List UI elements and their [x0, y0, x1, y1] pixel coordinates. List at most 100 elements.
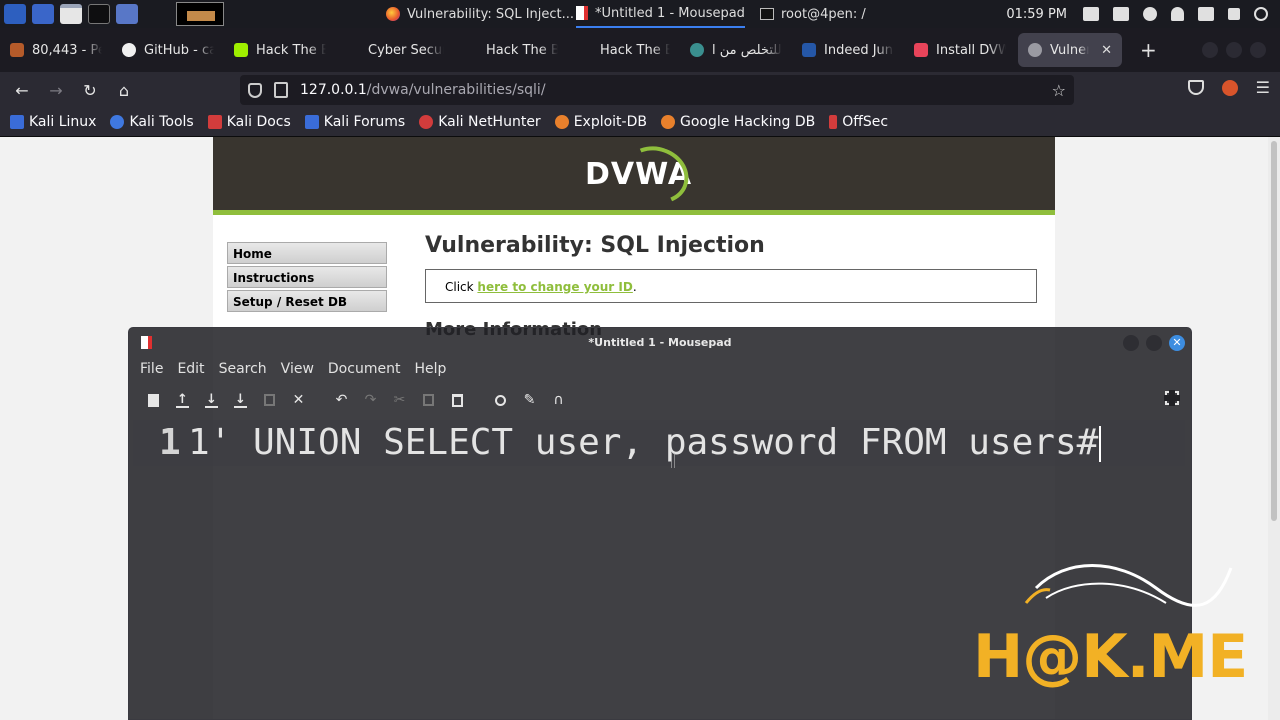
- bookmark-kali-linux[interactable]: Kali Linux: [10, 114, 96, 130]
- tab-10-active[interactable]: Vulnerabi ✕: [1018, 33, 1122, 67]
- menu-help[interactable]: Help: [414, 358, 446, 382]
- minimize-button[interactable]: [1123, 335, 1139, 351]
- screen-icon[interactable]: [1113, 7, 1129, 21]
- volume-icon[interactable]: [1143, 7, 1157, 21]
- tab-7[interactable]: للتخلص من ا: [680, 28, 792, 72]
- tab-1[interactable]: 80,443 - Pe: [0, 28, 112, 72]
- redo-icon[interactable]: ↷: [356, 388, 385, 412]
- mousepad-titlebar[interactable]: *Untitled 1 - Mousepad ✕: [129, 328, 1191, 358]
- bookmark-offsec[interactable]: OffSec: [829, 114, 888, 130]
- power-icon[interactable]: [1254, 7, 1268, 21]
- undo-icon[interactable]: ↶: [327, 388, 356, 412]
- menu-view[interactable]: View: [281, 358, 314, 382]
- tracking-shield-icon[interactable]: [248, 82, 262, 98]
- bookmark-google-hacking-db[interactable]: Google Hacking DB: [660, 114, 815, 130]
- new-document-icon[interactable]: [139, 388, 168, 412]
- browser-tab-bar: 80,443 - Pe GitHub - ca Hack The Bo Cybe…: [0, 28, 1280, 72]
- show-desktop-icon[interactable]: [32, 4, 54, 24]
- forward-button[interactable]: →: [39, 75, 73, 105]
- notification-bell-icon[interactable]: [1171, 7, 1184, 21]
- revert-icon[interactable]: [255, 388, 284, 412]
- bookmark-kali-docs[interactable]: Kali Docs: [207, 114, 291, 130]
- scrollbar-thumb[interactable]: [1271, 141, 1277, 521]
- tab-5[interactable]: Hack The Bo: [454, 28, 568, 72]
- close-tab-icon[interactable]: ✕: [1101, 43, 1112, 58]
- indeed-icon: [802, 43, 816, 57]
- find-replace-icon[interactable]: ✎: [515, 388, 544, 412]
- bookmark-star-icon[interactable]: ☆: [1052, 81, 1066, 100]
- extension-icon[interactable]: [1221, 79, 1238, 96]
- reload-button[interactable]: ↻: [73, 75, 107, 105]
- tab-label: Cyber Security: [368, 42, 444, 58]
- new-tab-button[interactable]: +: [1140, 38, 1157, 62]
- maximize-button[interactable]: [1146, 335, 1162, 351]
- kali-menu-icon[interactable]: [4, 4, 26, 24]
- tab-8[interactable]: Indeed Junk: [792, 28, 904, 72]
- kali-icon: [10, 115, 24, 129]
- save-file-icon[interactable]: ↓: [197, 388, 226, 412]
- page-scrollbar[interactable]: [1268, 137, 1280, 720]
- home-button[interactable]: ⌂: [107, 75, 141, 105]
- page-info-icon[interactable]: [274, 82, 288, 98]
- copy-icon[interactable]: [414, 388, 443, 412]
- click-prefix: Click: [445, 280, 478, 294]
- url-bar[interactable]: 127.0.0.1 /dvwa/vulnerabilities/sqli/ ☆: [240, 75, 1074, 105]
- bookmark-exploit-db[interactable]: Exploit-DB: [554, 114, 647, 130]
- tab-label: Install DVW: [936, 42, 1006, 58]
- change-id-link[interactable]: here to change your ID: [477, 280, 632, 294]
- hamburger-menu-icon[interactable]: ☰: [1256, 78, 1270, 97]
- task-terminal[interactable]: root@4pen: /: [760, 0, 866, 28]
- page-title: Vulnerability: SQL Injection: [425, 233, 765, 258]
- editor-text-line[interactable]: 1' UNION SELECT user, password FROM user…: [188, 420, 1102, 466]
- clock[interactable]: 01:59 PM: [1006, 7, 1067, 22]
- task-firefox-label: Vulnerability: SQL Inject...: [407, 6, 575, 22]
- terminal-launcher-icon[interactable]: [88, 4, 110, 24]
- battery-icon[interactable]: [1198, 7, 1214, 21]
- go-to-line-icon[interactable]: ∩: [544, 388, 573, 412]
- tab-9[interactable]: Install DVW: [904, 28, 1016, 72]
- back-button[interactable]: ←: [5, 75, 39, 105]
- bookmark-kali-forums[interactable]: Kali Forums: [304, 114, 406, 130]
- bookmark-label: OffSec: [842, 114, 889, 130]
- app-launcher-icon[interactable]: [116, 4, 138, 24]
- tab-4[interactable]: Cyber Security: [336, 28, 454, 72]
- window-min-icon[interactable]: [1202, 42, 1218, 58]
- menu-file[interactable]: File: [140, 358, 163, 382]
- bookmark-label: Kali NetHunter: [438, 114, 541, 130]
- task-firefox[interactable]: Vulnerability: SQL Inject...: [386, 0, 574, 28]
- menu-home[interactable]: Home: [227, 242, 387, 264]
- cut-icon[interactable]: ✂: [385, 388, 414, 412]
- menu-setup-reset-db[interactable]: Setup / Reset DB: [227, 290, 387, 312]
- tab-2[interactable]: GitHub - ca: [112, 28, 224, 72]
- fullscreen-icon[interactable]: [1164, 390, 1180, 406]
- pocket-icon[interactable]: [1187, 80, 1204, 95]
- file-manager-icon[interactable]: [60, 4, 82, 24]
- menu-search[interactable]: Search: [219, 358, 267, 382]
- window-close-icon[interactable]: [1250, 42, 1266, 58]
- close-window-button[interactable]: ✕: [1169, 335, 1185, 351]
- tab-6[interactable]: Hack The Bo: [568, 28, 680, 72]
- menu-instructions[interactable]: Instructions: [227, 266, 387, 288]
- bookmark-kali-tools[interactable]: Kali Tools: [110, 114, 194, 130]
- workspace-thumbnail[interactable]: [176, 2, 224, 26]
- camera-icon[interactable]: [1083, 7, 1099, 21]
- paste-icon[interactable]: [443, 388, 472, 412]
- tab-label: GitHub - ca: [144, 42, 214, 58]
- hackthebox-icon: [234, 43, 248, 57]
- find-icon[interactable]: [486, 388, 515, 412]
- offsec-icon: [829, 115, 838, 129]
- lock-icon[interactable]: [1228, 8, 1240, 20]
- tabbar-controls: [1202, 42, 1266, 58]
- mousepad-title: *Untitled 1 - Mousepad: [588, 336, 732, 349]
- task-mousepad[interactable]: *Untitled 1 - Mousepad: [576, 0, 745, 28]
- save-as-icon[interactable]: ↓: [226, 388, 255, 412]
- bookmark-label: Kali Forums: [323, 114, 406, 130]
- bookmark-kali-nethunter[interactable]: Kali NetHunter: [419, 114, 541, 130]
- tab-favicon-icon: [346, 43, 360, 57]
- menu-edit[interactable]: Edit: [177, 358, 204, 382]
- tab-3[interactable]: Hack The Bo: [224, 28, 336, 72]
- window-max-icon[interactable]: [1226, 42, 1242, 58]
- open-file-icon[interactable]: ↑: [168, 388, 197, 412]
- menu-document[interactable]: Document: [328, 358, 401, 382]
- close-tab-icon[interactable]: ✕: [284, 388, 313, 412]
